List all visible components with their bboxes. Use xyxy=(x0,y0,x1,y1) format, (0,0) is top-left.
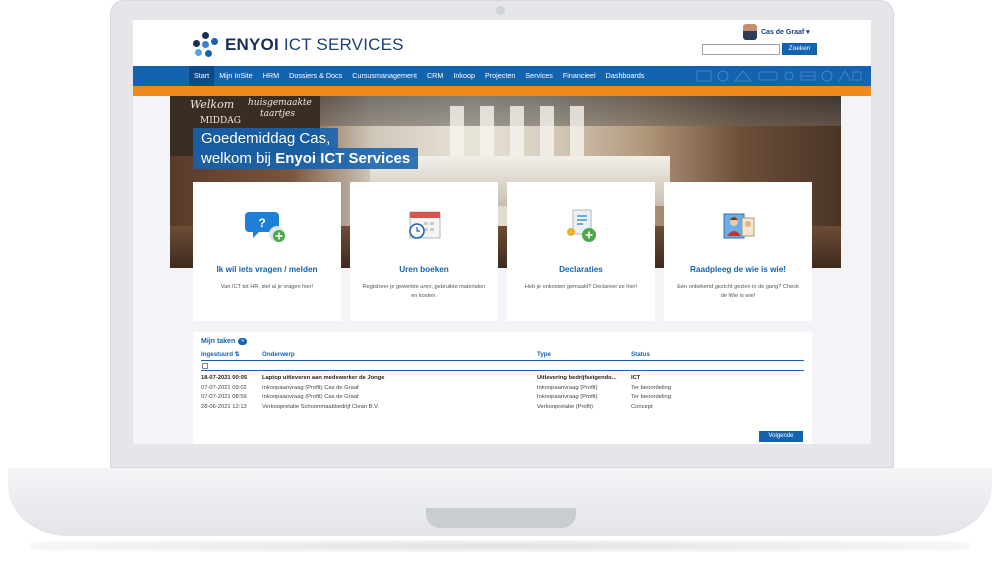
tile-title[interactable]: Uren boeken xyxy=(350,265,498,274)
task-cell-status: Concept xyxy=(631,403,653,410)
svg-text:?: ? xyxy=(258,216,265,230)
task-cell-subject[interactable]: Inkoopaanvraag (Profit) Cas de Graaf xyxy=(262,385,359,391)
tile-wie-is-wie[interactable]: Raadpleeg de wie is wie! Een onbekend ge… xyxy=(664,182,812,321)
question-bubble-icon: ? xyxy=(245,212,285,242)
task-cell-type: Inkoopaanvraag (Profit) xyxy=(537,394,598,400)
hero-window xyxy=(540,106,554,161)
user-menu[interactable]: Cas de Graaf ▾ xyxy=(743,24,810,40)
chalkboard-text: huisgemaakte xyxy=(248,98,312,108)
task-cell-subject[interactable]: Inkoopaanvraag (Profit) Cas de Graaf xyxy=(262,394,359,400)
column-header-status[interactable]: Status xyxy=(631,351,650,358)
brand-bold: ENYOI xyxy=(225,35,279,54)
calendar-clock-icon xyxy=(409,211,441,239)
brand-rest: ICT SERVICES xyxy=(278,35,404,54)
nav-item-financieel[interactable]: Financieel xyxy=(558,66,601,86)
tasks-expand-badge[interactable]: » xyxy=(238,338,248,345)
column-header-date[interactable]: Ingestuurd ⇅ xyxy=(201,351,240,358)
task-cell-date: 07-07-2021 08:59 xyxy=(201,394,247,400)
column-header-type[interactable]: Type xyxy=(537,351,551,358)
task-cell-status: Ter beoordeling xyxy=(631,394,671,400)
my-tasks-panel: Mijn taken » Ingestuurd ⇅ Onderwerp Type… xyxy=(193,332,812,444)
task-cell-date: 07-07-2021 09:02 xyxy=(201,384,247,391)
greeting-line-1: Goedemiddag Cas, xyxy=(193,128,339,149)
greeting-prefix: welkom bij xyxy=(201,150,276,167)
task-cell-type: Inkoopaanvraag (Profit) xyxy=(537,384,598,391)
avatar xyxy=(743,24,757,40)
hero-window xyxy=(450,106,464,161)
site-header: ENYOI ICT SERVICES Cas de Graaf ▾ Zoeken xyxy=(133,20,871,66)
nav-item-crm[interactable]: CRM xyxy=(422,66,448,86)
nav-item-dossiers-docs[interactable]: Dossiers & Docs xyxy=(284,66,347,86)
tile-description: Registreer je gewerkte uren, gebruikte m… xyxy=(362,284,486,299)
search-input[interactable] xyxy=(702,44,780,55)
tile-uren-boeken[interactable]: Uren boeken Registreer je gewerkte uren,… xyxy=(350,182,498,321)
nav-item-inkoop[interactable]: Inkoop xyxy=(448,66,480,86)
task-row[interactable]: 18-07-2021 00:05 Laptop uitleveren aan me… xyxy=(193,375,812,384)
tile-title[interactable]: Raadpleeg de wie is wie! xyxy=(664,265,812,274)
brand-logo-text[interactable]: ENYOI ICT SERVICES xyxy=(225,35,404,55)
hero-window xyxy=(510,106,524,161)
tile-title[interactable]: Ik wil iets vragen / melden xyxy=(193,265,341,274)
user-name: Cas de Graaf ▾ xyxy=(761,29,810,36)
chalkboard-text: taartjes xyxy=(260,109,296,119)
camera-dot xyxy=(496,6,505,15)
task-cell-date: 18-07-2021 00:05 xyxy=(201,375,248,381)
nav-item-cursusmanagement[interactable]: Cursusmanagement xyxy=(347,66,422,86)
column-header-subject[interactable]: Onderwerp xyxy=(262,351,295,358)
nav-item-projecten[interactable]: Projecten xyxy=(480,66,520,86)
nav-item-hrm[interactable]: HRM xyxy=(258,66,284,86)
task-cell-type: Verkooprelatie (Profit) xyxy=(537,403,594,410)
laptop-screen: ENYOI ICT SERVICES Cas de Graaf ▾ Zoeken… xyxy=(133,20,871,444)
task-cell-subject[interactable]: Verkooprelatie Schoonmaakbedrijf Clean B… xyxy=(262,404,379,410)
filter-icon[interactable] xyxy=(202,363,208,369)
task-row[interactable]: 28-06-2021 12:13 Verkooprelatie Schoonmaa… xyxy=(193,404,812,413)
nav-item-start[interactable]: Start xyxy=(189,66,215,86)
hero-window xyxy=(570,106,584,161)
greeting-line-2: welkom bij Enyoi ICT Services xyxy=(193,148,419,169)
nav-item-mijn-insite[interactable]: Mijn InSite xyxy=(214,66,258,86)
tile-vragen-melden[interactable]: ? Ik wil iets vragen / melden Van ICT to… xyxy=(193,182,341,321)
greeting-company: Enyoi ICT Services xyxy=(275,150,411,167)
nav-doodle-decoration xyxy=(696,70,862,82)
next-page-button[interactable]: Volgende xyxy=(759,431,803,442)
people-directory-icon xyxy=(723,213,755,239)
task-cell-date: 28-06-2021 12:13 xyxy=(201,403,247,410)
laptop-shadow xyxy=(30,540,970,552)
expense-document-icon xyxy=(567,209,596,242)
enyoi-logo-icon[interactable] xyxy=(193,32,219,58)
task-cell-subject[interactable]: Laptop uitleveren aan medewerker de Jong… xyxy=(262,375,384,381)
task-cell-type: Uitlevering bedrijfseigendo... xyxy=(537,375,617,381)
hero-window xyxy=(480,106,494,161)
laptop-notch xyxy=(426,508,576,528)
nav-item-dashboards[interactable]: Dashboards xyxy=(601,66,650,86)
tasks-title: Mijn taken xyxy=(201,338,236,345)
tile-description: Van ICT tot HR, stel al je vragen hier! xyxy=(220,284,314,290)
task-cell-status: ICT xyxy=(631,375,641,381)
tasks-heading[interactable]: Mijn taken » xyxy=(201,338,248,345)
nav-items: Start Mijn InSite HRM Dossiers & Docs Cursus… xyxy=(189,66,649,86)
chalkboard-text: MIDDAG xyxy=(200,116,241,126)
nav-item-services[interactable]: Services xyxy=(520,66,558,86)
chalkboard-text: Welkom xyxy=(190,98,235,111)
tile-title[interactable]: Declaraties xyxy=(507,265,655,274)
tile-description: Heb je onkosten gemaakt? Declareer ze hi… xyxy=(524,284,638,290)
tile-declaraties[interactable]: Declaraties Heb je onkosten gemaakt? Dec… xyxy=(507,182,655,321)
nav-accent-stripe xyxy=(133,86,871,96)
task-row[interactable]: 07-07-2021 09:02 Inkoopaanvraag (Profit) … xyxy=(193,385,812,394)
tile-description: Een onbekend gezicht gezien in de gang? … xyxy=(677,284,799,299)
table-filter-divider xyxy=(201,370,804,371)
task-cell-status: Ter beoordeling xyxy=(631,384,671,391)
main-navigation: Start Mijn InSite HRM Dossiers & Docs Cursus… xyxy=(133,66,871,86)
search-button[interactable]: Zoeken xyxy=(782,43,817,55)
task-row[interactable]: 07-07-2021 08:59 Inkoopaanvraag (Profit) … xyxy=(193,394,812,403)
table-header-divider xyxy=(201,360,804,361)
